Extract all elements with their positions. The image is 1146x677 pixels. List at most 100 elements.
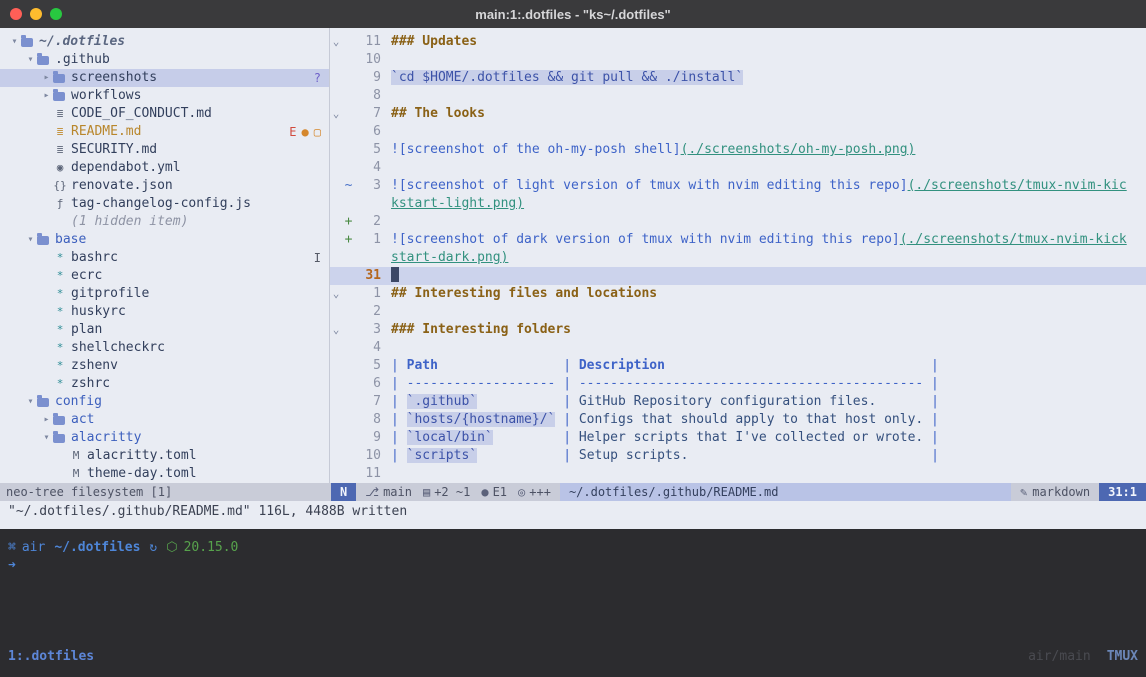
- editor-pane[interactable]: ⌄ 11### Updates 10 9`cd $HOME/.dotfiles …: [330, 28, 1146, 483]
- fold-open-icon[interactable]: ⌄: [330, 33, 342, 51]
- tree-item-label: theme-day.toml: [87, 465, 197, 483]
- editor-line[interactable]: 10: [330, 51, 1146, 69]
- editor-line[interactable]: ⌄ 3### Interesting folders: [330, 321, 1146, 339]
- editor-cursor-line[interactable]: 31: [330, 267, 1146, 285]
- editor-line[interactable]: ⌄ 7## The looks: [330, 105, 1146, 123]
- chevron-down-icon[interactable]: ▾: [40, 429, 53, 447]
- line-number: 1: [355, 231, 381, 249]
- line-number: 9: [355, 429, 381, 447]
- editor-line[interactable]: 4: [330, 339, 1146, 357]
- fold-open-icon[interactable]: ⌄: [330, 321, 342, 339]
- editor-line[interactable]: ~3![screenshot of light version of tmux …: [330, 177, 1146, 195]
- tree-badge: ?: [314, 69, 321, 87]
- tree-item-huskyrc[interactable]: *huskyrc: [0, 303, 329, 321]
- tree-item-1-hidden-item[interactable]: (1 hidden item): [0, 213, 329, 231]
- editor-line[interactable]: ⌄ 1## Interesting files and locations: [330, 285, 1146, 303]
- fold-open-icon[interactable]: ⌄: [330, 285, 342, 303]
- tree-item-bashrc[interactable]: *bashrcI: [0, 249, 329, 267]
- editor-line[interactable]: 6: [330, 123, 1146, 141]
- editor-line[interactable]: ⌄ 11### Updates: [330, 33, 1146, 51]
- fold-open-icon[interactable]: ⌄: [330, 105, 342, 123]
- shell-pane[interactable]: ⌘air~/.dotfiles↻⬡20.15.0 ➜ 1:.dotfiles a…: [0, 529, 1146, 677]
- editor-line[interactable]: 11: [330, 465, 1146, 483]
- tree-item-label: plan: [71, 321, 102, 339]
- toml-icon: M: [69, 447, 83, 465]
- editor-line[interactable]: 8| `hosts/{hostname}/` | Configs that sh…: [330, 411, 1146, 429]
- editor-line[interactable]: 9| `local/bin` | Helper scripts that I'v…: [330, 429, 1146, 447]
- chevron-down-icon[interactable]: ▾: [24, 231, 37, 249]
- editor-line[interactable]: kstart-light.png): [330, 195, 1146, 213]
- line-number: 7: [355, 393, 381, 411]
- fold-column: [330, 411, 342, 429]
- editor-line[interactable]: 6| ------------------- | ---------------…: [330, 375, 1146, 393]
- prompt-arrow: ➜: [8, 557, 1138, 575]
- tmux-window-name[interactable]: 1:.dotfiles: [8, 648, 94, 666]
- line-number: 8: [355, 411, 381, 429]
- zoom-button[interactable]: [50, 8, 62, 20]
- line-number: 4: [355, 159, 381, 177]
- tree-item-label: ecrc: [71, 267, 102, 285]
- expander-spacer: [40, 339, 53, 357]
- tree-item-act[interactable]: ▸act: [0, 411, 329, 429]
- close-button[interactable]: [10, 8, 22, 20]
- fold-column: [330, 69, 342, 87]
- line-number: 8: [355, 87, 381, 105]
- tree-item-badges: E●▢: [289, 123, 329, 141]
- fold-column: [330, 267, 342, 285]
- editor-line[interactable]: +1![screenshot of dark version of tmux w…: [330, 231, 1146, 249]
- chevron-right-icon[interactable]: ▸: [40, 69, 53, 87]
- editor-line[interactable]: 5![screenshot of the oh-my-posh shell](.…: [330, 141, 1146, 159]
- tree-item-renovate-json[interactable]: {}renovate.json: [0, 177, 329, 195]
- tree-item-zshrc[interactable]: *zshrc: [0, 375, 329, 393]
- tree-item-config[interactable]: ▾ config: [0, 393, 329, 411]
- tree-item-shellcheckrc[interactable]: *shellcheckrc: [0, 339, 329, 357]
- tree-item-dotfiles[interactable]: ▾ ~/.dotfiles: [0, 33, 329, 51]
- neotree-panel[interactable]: ▾~/.dotfiles▾.github▸screenshots?▸workfl…: [0, 28, 330, 483]
- tree-item-dependabot-yml[interactable]: ◉dependabot.yml: [0, 159, 329, 177]
- editor-line[interactable]: +2: [330, 213, 1146, 231]
- sign-column: [342, 141, 355, 159]
- tree-item-ecrc[interactable]: *ecrc: [0, 267, 329, 285]
- tree-item-plan[interactable]: *plan: [0, 321, 329, 339]
- editor-line[interactable]: 9`cd $HOME/.dotfiles && git pull && ./in…: [330, 69, 1146, 87]
- tree-item-zshenv[interactable]: *zshenv: [0, 357, 329, 375]
- editor-line[interactable]: 2: [330, 303, 1146, 321]
- tree-item-theme-day-toml[interactable]: Mtheme-day.toml: [0, 465, 329, 483]
- editor-line[interactable]: 8: [330, 87, 1146, 105]
- sign-column: [342, 87, 355, 105]
- tree-item-code-of-conduct-md[interactable]: ≣CODE_OF_CONDUCT.md: [0, 105, 329, 123]
- chevron-right-icon[interactable]: ▸: [40, 87, 53, 105]
- sign-column: [342, 393, 355, 411]
- line-number: 10: [355, 51, 381, 69]
- chevron-down-icon[interactable]: ▾: [24, 393, 37, 411]
- tree-item-tag-changelog-config-js[interactable]: ƒtag-changelog-config.js: [0, 195, 329, 213]
- tree-item-workflows[interactable]: ▸workflows: [0, 87, 329, 105]
- chevron-right-icon[interactable]: ▸: [40, 411, 53, 429]
- tree-item-alacritty-toml[interactable]: Malacritty.toml: [0, 447, 329, 465]
- statusline-e1: ●E1: [481, 483, 507, 501]
- tree-item-github[interactable]: ▾.github: [0, 51, 329, 69]
- editor-line[interactable]: 10| `scripts` | Setup scripts. |: [330, 447, 1146, 465]
- editor-line[interactable]: 7| `.github` | GitHub Repository configu…: [330, 393, 1146, 411]
- minimize-button[interactable]: [30, 8, 42, 20]
- tree-item-base[interactable]: ▾base: [0, 231, 329, 249]
- tree-item-security-md[interactable]: ≣SECURITY.md: [0, 141, 329, 159]
- markdown-link-url: (./screenshots/tmux-nvim-kick: [900, 232, 1127, 247]
- git-branch-icon: ⎇: [365, 485, 379, 499]
- sign-column: [342, 51, 355, 69]
- tree-item-alacritty[interactable]: ▾alacritty: [0, 429, 329, 447]
- expander-spacer: [40, 285, 53, 303]
- sign-column: [342, 339, 355, 357]
- tree-item-readme-md[interactable]: ≣README.mdE●▢: [0, 123, 329, 141]
- statusline: N ⎇main▤+2 ~1●E1◎+++ ~/.dotfiles/.github…: [331, 483, 1146, 501]
- tree-item-gitprofile[interactable]: *gitprofile: [0, 285, 329, 303]
- chevron-down-icon[interactable]: ▾: [24, 51, 37, 69]
- editor-line[interactable]: 5| Path | Description |: [330, 357, 1146, 375]
- editor-line[interactable]: 4: [330, 159, 1146, 177]
- tree-item-label: config: [55, 393, 102, 411]
- line-text: `cd $HOME/.dotfiles && git pull && ./ins…: [391, 69, 1146, 87]
- chevron-down-icon[interactable]: ▾: [8, 33, 21, 51]
- tree-item-label: ~/.dotfiles: [39, 33, 125, 51]
- tree-item-screenshots[interactable]: ▸screenshots?: [0, 69, 329, 87]
- editor-line[interactable]: start-dark.png): [330, 249, 1146, 267]
